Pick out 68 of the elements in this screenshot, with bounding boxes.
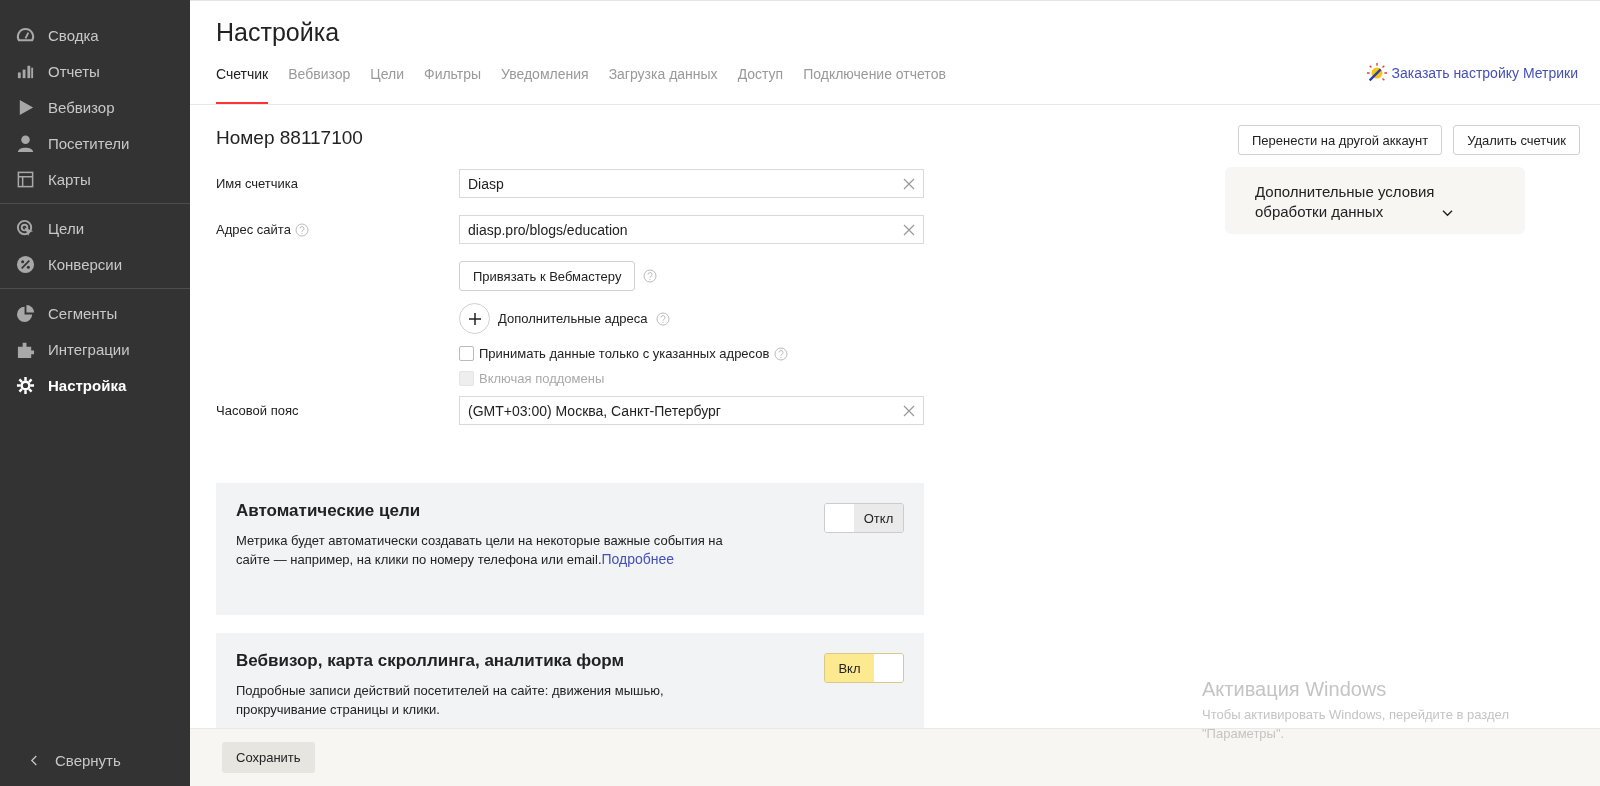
activation-title: Активация Windows <box>1202 678 1388 701</box>
action-button[interactable]: Удалить счетчик <box>1453 125 1580 155</box>
sidebar-label: Настройка <box>48 376 127 394</box>
sidebar-item[interactable]: Интеграции <box>0 331 190 367</box>
save-button[interactable]: Сохранить <box>222 742 315 773</box>
link-webmaster-button[interactable]: Привязать к Вебмастеру <box>459 261 636 291</box>
conditions-label: Дополнительные условия обработки данных <box>1255 182 1436 222</box>
layout-icon <box>16 169 35 189</box>
sidebar-item[interactable]: Сводка <box>0 17 190 53</box>
action-button[interactable]: Перенести на другой аккаунт <box>1238 125 1443 155</box>
conditions-panel[interactable]: Дополнительные условия обработки данных <box>1225 167 1525 234</box>
person-icon <box>16 133 35 153</box>
add-button[interactable] <box>459 303 490 334</box>
settings-icon <box>16 375 35 395</box>
toggle-switch[interactable]: Вкл <box>824 653 904 683</box>
checkbox-label: Включая поддомены <box>479 371 605 386</box>
clear-icon[interactable] <box>903 177 915 190</box>
target-icon <box>16 218 35 238</box>
card-description: Метрика будет автоматически создавать цели на некоторые важные события на сайте — например, на клики по номеру телефона или email.Подробнее <box>236 532 724 569</box>
sidebar-label: Вебвизор <box>48 98 115 116</box>
sidebar-item[interactable]: Отчеты <box>0 53 190 89</box>
tab[interactable]: Счетчик <box>216 61 269 104</box>
input-field[interactable]: Diasp <box>459 169 924 198</box>
sidebar-label: Конверсии <box>48 255 123 273</box>
help-icon[interactable] <box>655 311 670 326</box>
checkbox-label: Принимать данные только с указанных адресов <box>479 346 770 361</box>
sidebar-item[interactable]: Посетители <box>0 125 190 161</box>
collapse-link[interactable]: Свернуть <box>0 734 190 786</box>
chevron-down-icon <box>1441 208 1454 217</box>
field-label: Часовой пояс <box>216 403 299 418</box>
field-label: Имя счетчика <box>216 176 299 191</box>
card-title: Вебвизор, карта скроллинга, аналитика форм <box>236 651 626 671</box>
input-field[interactable]: diasp.pro/blogs/education <box>459 215 924 244</box>
more-link[interactable]: Подробнее <box>601 551 675 567</box>
sidebar-item[interactable]: Вебвизор <box>0 89 190 125</box>
chevron-left-icon <box>30 753 39 767</box>
percent-icon <box>16 254 35 274</box>
help-icon[interactable] <box>294 222 309 237</box>
magic-wand-icon <box>1365 62 1388 84</box>
clear-icon[interactable] <box>903 404 915 417</box>
sidebar-label: Карты <box>48 170 91 188</box>
page-title: Настройка <box>216 18 341 47</box>
sidebar-item[interactable]: Сегменты <box>0 295 190 331</box>
sidebar-label: Отчеты <box>48 62 100 80</box>
toggle-switch[interactable]: Откл <box>824 503 904 533</box>
pie-chart-icon <box>16 303 35 323</box>
sidebar-label: Посетители <box>48 134 130 152</box>
sidebar-item[interactable]: Настройка <box>0 367 190 403</box>
counter-number: Номер 88117100 <box>216 127 364 149</box>
collapse-label: Свернуть <box>55 751 121 769</box>
sidebar-label: Интеграции <box>48 340 130 358</box>
card-title: Автоматические цели <box>236 501 422 521</box>
input-field[interactable]: (GMT+03:00) Москва, Санкт-Петербург <box>459 396 924 425</box>
help-icon[interactable] <box>774 346 789 361</box>
checkbox[interactable] <box>459 346 474 361</box>
card-description: Подробные записи действий посетителей на сайте: движения мышью, прокручивание страницы и клики. <box>236 682 665 719</box>
order-setup-link[interactable]: Заказать настройку Метрики <box>1391 65 1578 81</box>
help-icon[interactable] <box>643 269 658 283</box>
sidebar-item[interactable]: Цели <box>0 210 190 246</box>
plus-icon <box>467 311 482 326</box>
sidebar-label: Сводка <box>48 26 99 44</box>
clear-icon[interactable] <box>903 223 915 236</box>
sidebar-item[interactable]: Конверсии <box>0 246 190 282</box>
extra-addresses-label: Дополнительные адреса <box>498 311 648 326</box>
sidebar-label: Цели <box>48 219 85 237</box>
sidebar-label: Сегменты <box>48 304 118 322</box>
field-label: Адрес сайта <box>216 222 291 237</box>
sidebar-item[interactable]: Карты <box>0 161 190 197</box>
